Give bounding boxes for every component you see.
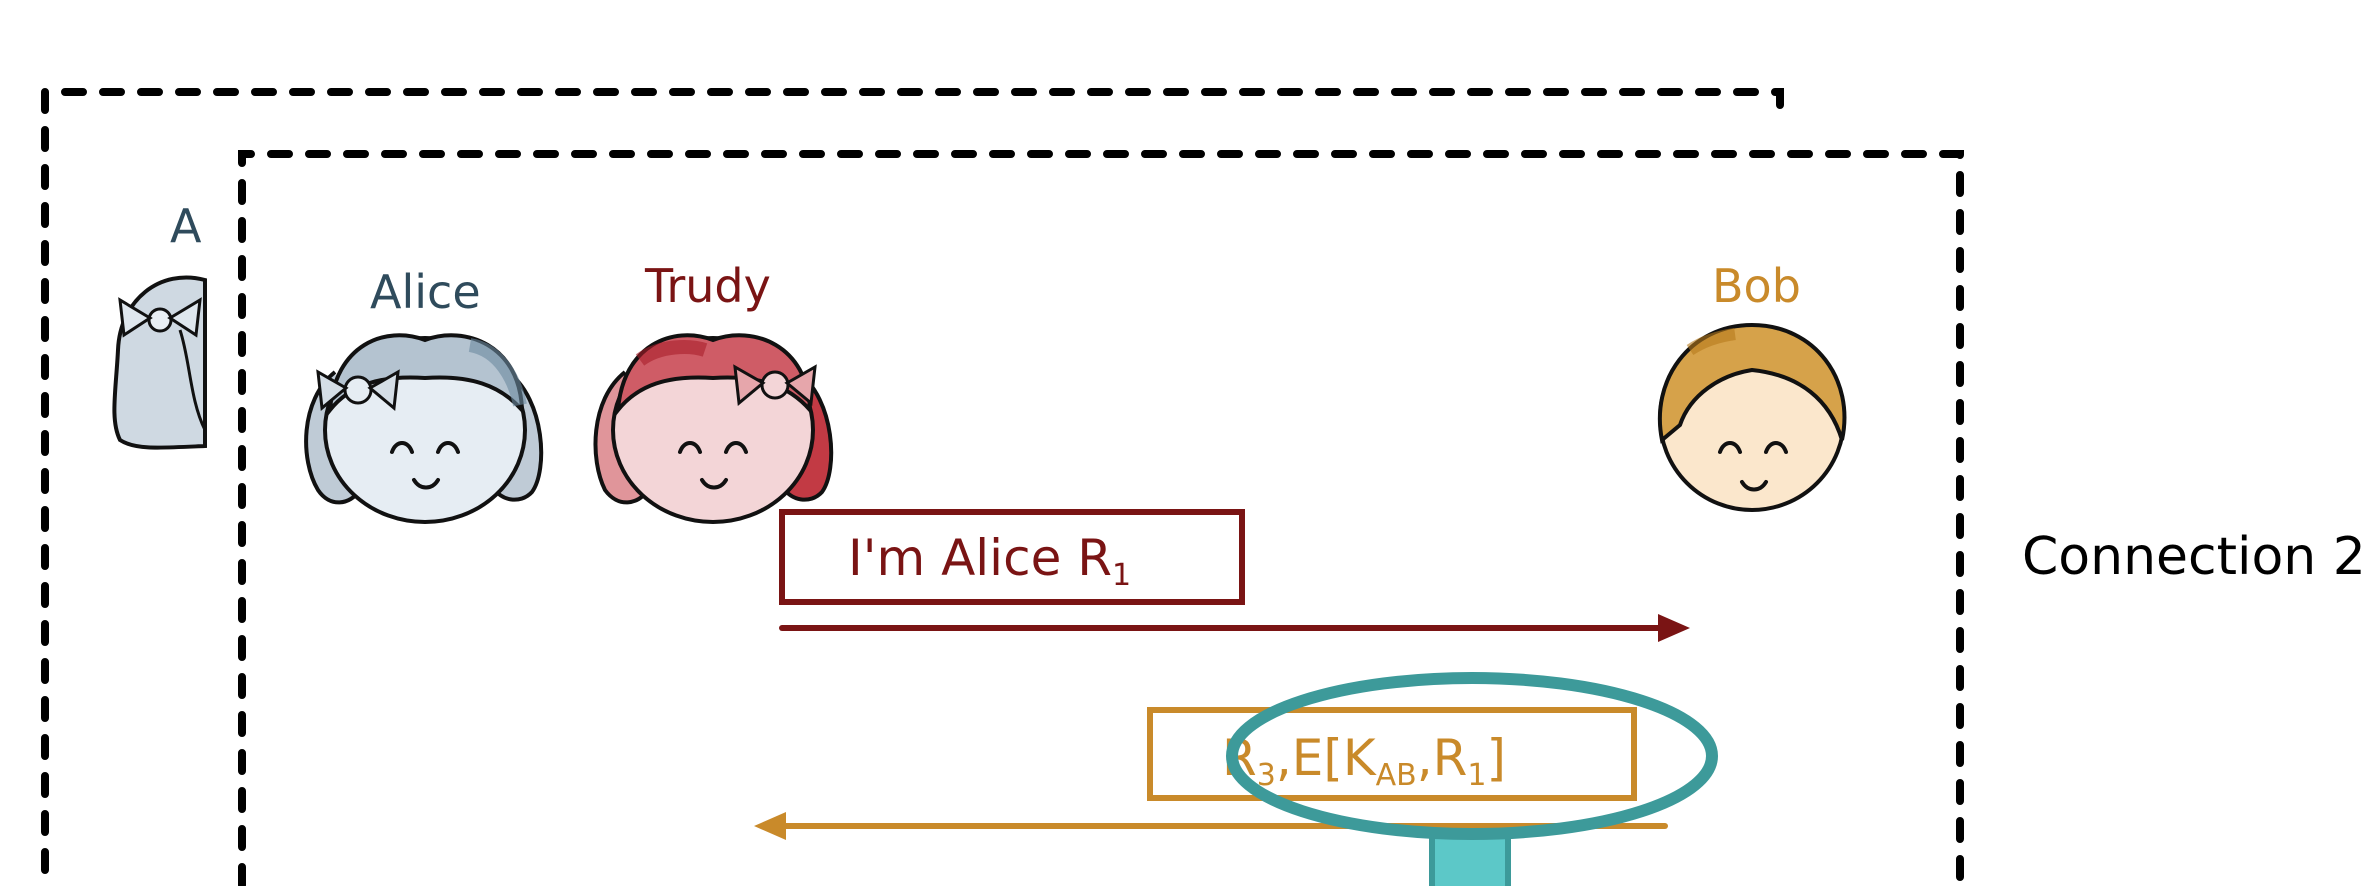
message-2-key-subscript: AB xyxy=(1376,758,1417,793)
callout-tab xyxy=(1429,833,1511,886)
trudy-name: Trudy xyxy=(644,259,771,313)
message-1-subscript: 1 xyxy=(1112,558,1131,593)
alice-name: Alice xyxy=(370,265,481,319)
message-2-end: ] xyxy=(1486,729,1506,787)
message-2-mid-text: ,R xyxy=(1417,729,1468,787)
message-2-text: ,E[K xyxy=(1276,729,1377,787)
connection-label: Connection 2 xyxy=(2022,527,2366,587)
message-2-mid-subscript: 1 xyxy=(1467,758,1486,793)
bob-face-icon xyxy=(1657,322,1847,512)
trudy-face-icon xyxy=(593,333,834,524)
back-alice-name: A xyxy=(170,199,202,253)
back-alice-partial: A xyxy=(112,199,207,450)
bob-name: Bob xyxy=(1712,259,1801,313)
svg-text:I'm Alice R1: I'm Alice R1 xyxy=(848,529,1131,593)
connection-diagram: A Connection 2 Alice Trudy Bob I'm Alice… xyxy=(41,88,2366,886)
message-1-text: I'm Alice R xyxy=(848,529,1112,587)
